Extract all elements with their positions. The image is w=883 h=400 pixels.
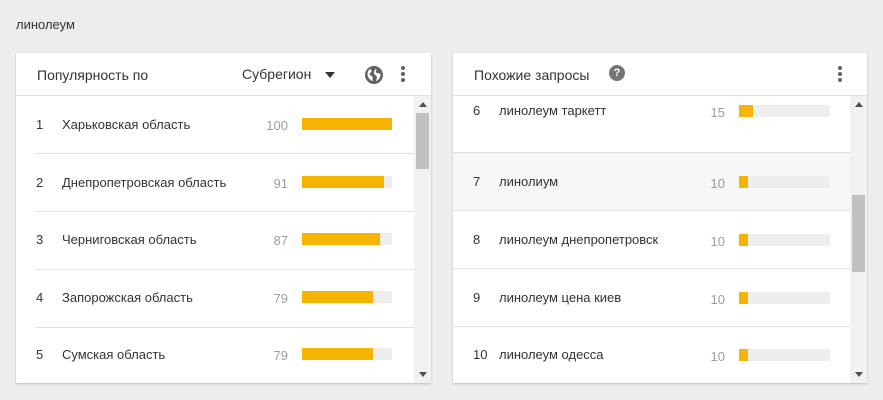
list-item[interactable]: 5 Сумская область 79 [16, 328, 414, 383]
item-rank: 10 [473, 347, 488, 362]
value-bar-fill [739, 292, 749, 304]
item-value: 100 [266, 118, 288, 133]
item-value: 15 [710, 105, 725, 120]
item-value: 91 [273, 176, 288, 191]
item-name: Запорожская область [62, 290, 193, 305]
item-value: 79 [273, 348, 288, 363]
item-value: 10 [710, 234, 725, 249]
scroll-up-arrow-icon[interactable] [419, 102, 427, 107]
list-item[interactable]: 10 линолеум одесса 10 [453, 327, 851, 383]
list-item[interactable]: 4 Запорожская область 79 [16, 270, 414, 328]
list-item[interactable]: 2 Днепропетровская область 91 [16, 154, 414, 212]
dropdown-arrow-icon [325, 71, 336, 78]
item-rank: 8 [473, 232, 481, 247]
list-item[interactable]: 7 линолиум 10 [453, 153, 851, 211]
list-item[interactable]: 9 линолеум цена киев 10 [453, 269, 851, 327]
regions-card-title: Популярность по [37, 67, 149, 83]
item-rank: 3 [36, 232, 44, 247]
globe-icon[interactable] [364, 65, 384, 85]
resolution-dropdown-label: Субрегион [242, 66, 312, 82]
value-bar-fill [739, 176, 749, 188]
value-bar-fill [739, 105, 753, 117]
value-bar-fill [739, 349, 749, 361]
resolution-dropdown[interactable]: Субрегион [242, 66, 336, 82]
related-queries-card: Похожие запросы ? 6 линолеум таркетт 15 … [453, 53, 867, 383]
value-bar [302, 291, 392, 303]
item-value: 10 [710, 349, 725, 364]
scrollbar-thumb[interactable] [416, 113, 429, 169]
list-item[interactable]: 1 Харьковская область 100 [16, 96, 414, 154]
value-bar [739, 105, 830, 117]
scrollbar[interactable] [414, 96, 431, 383]
queries-card-header: Похожие запросы ? [453, 53, 867, 96]
item-value: 79 [273, 291, 288, 306]
item-rank: 6 [473, 103, 481, 118]
item-rank: 5 [36, 347, 44, 362]
search-term-label: линолеум [16, 17, 75, 32]
item-value: 10 [710, 292, 725, 307]
value-bar-fill [302, 176, 384, 188]
value-bar-fill [302, 291, 374, 303]
value-bar [739, 292, 830, 304]
item-name: линолеум таркетт [499, 103, 607, 118]
more-vert-icon[interactable] [838, 66, 842, 84]
item-name: Днепропетровская область [62, 175, 227, 190]
item-rank: 1 [36, 117, 44, 132]
item-rank: 9 [473, 290, 481, 305]
item-name: Харьковская область [62, 117, 191, 132]
item-name: линолеум цена киев [499, 290, 622, 305]
item-name: линолеум одесса [499, 347, 604, 362]
value-bar [739, 234, 830, 246]
more-vert-icon[interactable] [401, 66, 405, 84]
item-rank: 2 [36, 175, 44, 190]
scrollbar-thumb[interactable] [852, 195, 865, 272]
queries-list: 6 линолеум таркетт 15 7 линолиум 10 8 ли… [453, 96, 851, 383]
regions-list: 1 Харьковская область 100 2 Днепропетров… [16, 96, 414, 383]
regions-card-header: Популярность по Субрегион [16, 53, 431, 96]
scroll-up-arrow-icon[interactable] [855, 102, 863, 107]
list-item[interactable]: 6 линолеум таркетт 15 [453, 96, 851, 153]
item-value: 87 [273, 233, 288, 248]
item-value: 10 [710, 176, 725, 191]
value-bar-fill [302, 348, 374, 360]
scroll-down-arrow-icon[interactable] [855, 372, 863, 377]
item-name: линолиум [499, 174, 559, 189]
item-rank: 7 [473, 174, 481, 189]
value-bar [302, 233, 392, 245]
list-item[interactable]: 3 Черниговская область 87 [16, 212, 414, 270]
queries-card-title: Похожие запросы [474, 67, 590, 83]
value-bar [739, 349, 830, 361]
item-name: Сумская область [62, 347, 166, 362]
value-bar [302, 176, 392, 188]
value-bar [739, 176, 830, 188]
item-rank: 4 [36, 290, 44, 305]
list-item[interactable]: 8 линолеум днепропетровск 10 [453, 211, 851, 269]
scrollbar[interactable] [850, 96, 867, 383]
value-bar [302, 118, 392, 130]
value-bar [302, 348, 392, 360]
value-bar-fill [739, 234, 749, 246]
regions-card: Популярность по Субрегион 1 Харьковская … [16, 53, 431, 383]
item-name: линолеум днепропетровск [499, 232, 659, 247]
value-bar-fill [302, 118, 392, 130]
value-bar-fill [302, 233, 381, 245]
help-icon[interactable]: ? [609, 65, 625, 81]
scroll-down-arrow-icon[interactable] [419, 372, 427, 377]
item-name: Черниговская область [62, 232, 197, 247]
